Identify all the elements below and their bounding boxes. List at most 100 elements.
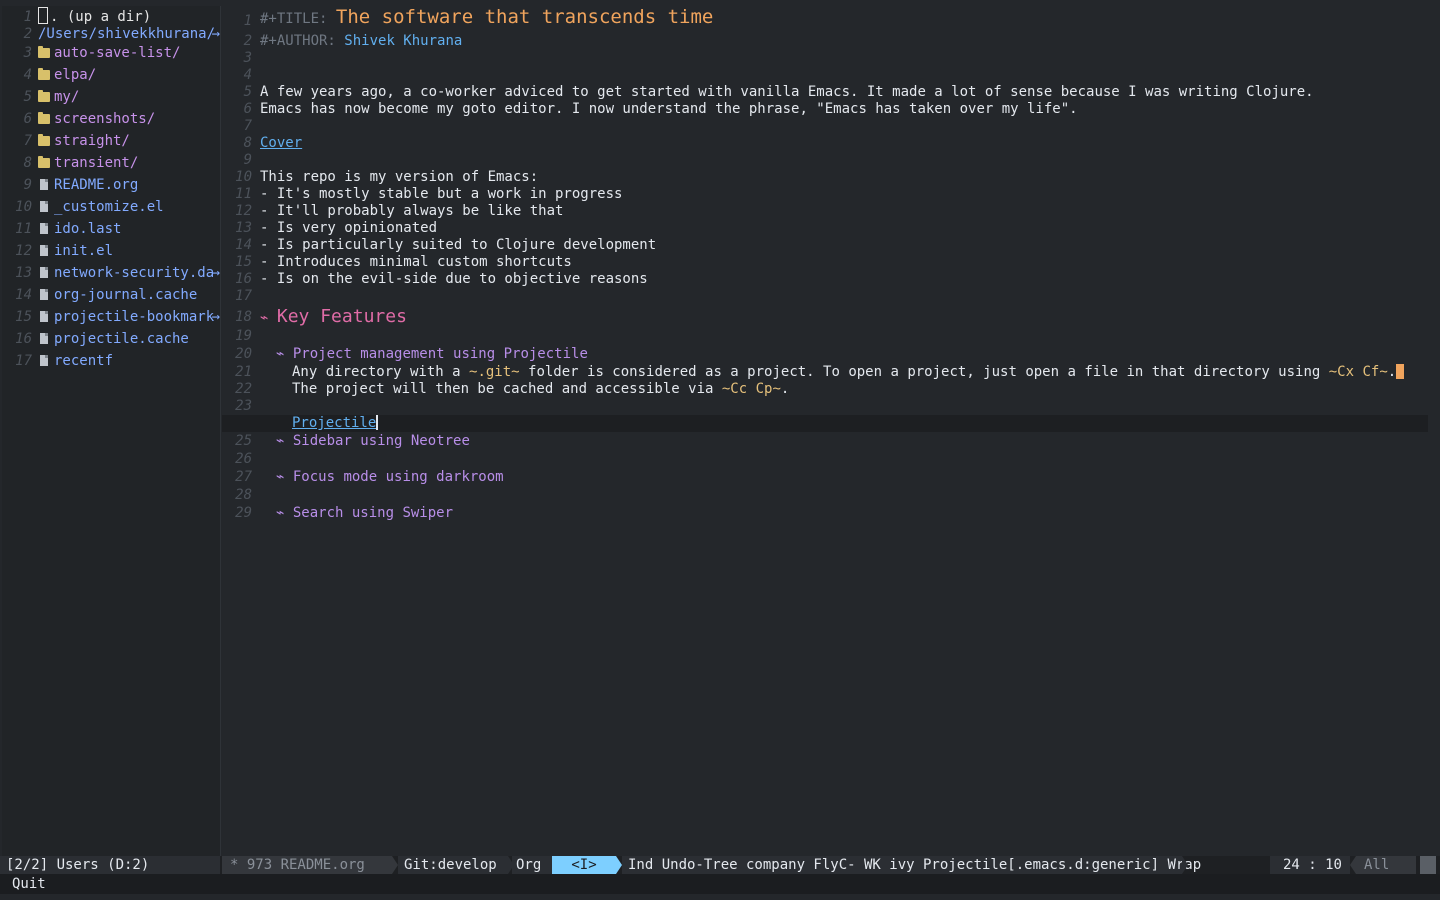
file-icon (40, 267, 48, 278)
neotree-sidebar[interactable]: 1. (up a dir) 2/Users/shivekkhurana/→ 3 aut… (2, 6, 221, 856)
line-number: 15 (15, 309, 32, 325)
neotree-dir-item[interactable]: 3 auto-save-list/ (2, 42, 220, 64)
subheading-darkroom[interactable]: ⌁ Focus mode using darkroom (276, 469, 1432, 486)
gutter-row: 19 (222, 328, 258, 345)
folder-icon (38, 46, 50, 58)
heading-text: Key Features (276, 306, 407, 327)
neotree-file-item[interactable]: 9 README.org (2, 174, 220, 196)
line-number: 4 (243, 67, 252, 83)
line-number: 10 (235, 169, 252, 185)
inline-code: ~Cx Cf~ (1328, 364, 1388, 380)
inline-code: ~Cc Cp~ (721, 381, 781, 397)
gutter-row: 27 (222, 469, 258, 486)
git-branch[interactable]: Git:develop (398, 856, 508, 874)
neotree-dir-item[interactable]: 8 transient/ (2, 152, 220, 174)
scroll-position: All (1356, 856, 1416, 874)
neotree-file-item[interactable]: 11 ido.last (2, 218, 220, 240)
subheading-text: Focus mode using darkroom (292, 469, 504, 485)
neotree-file-item[interactable]: 10 _customize.el (2, 196, 220, 218)
item-label: my/ (54, 89, 80, 105)
gutter-row: 21 (222, 364, 258, 381)
cursor-position: 24 : 10 (1270, 856, 1350, 874)
projectile-link[interactable]: Projectile (292, 415, 376, 431)
paragraph-line: A few years ago, a co-worker adviced to … (260, 84, 1314, 100)
gutter-row: 11 (222, 186, 258, 203)
gutter-row: 28 (222, 487, 258, 504)
major-mode[interactable]: Org (512, 856, 552, 874)
gutter-row: 1 (222, 13, 258, 30)
file-icon (40, 245, 48, 256)
item-label: ido.last (54, 221, 122, 237)
line-number: 3 (243, 50, 252, 66)
gutter-row: 10 (222, 169, 258, 186)
item-label: README.org (54, 177, 139, 193)
evil-state: <I> (552, 856, 616, 874)
gutter-row: 15 (222, 254, 258, 271)
line-number: 9 (243, 152, 252, 168)
neotree-file-item[interactable]: 14 org-journal.cache (2, 284, 220, 306)
modeline-end-block (1420, 856, 1436, 874)
neotree-dir-item[interactable]: 5 my/ (2, 86, 220, 108)
line-number: 9 (23, 177, 32, 193)
text-span: Any directory with a (292, 364, 470, 380)
file-icon (40, 355, 48, 366)
list-item: - Introduces minimal custom shortcuts (260, 254, 572, 270)
powerline-separator (1182, 856, 1188, 874)
author-keyword: #+AUTHOR: (260, 33, 336, 49)
neotree-file-item[interactable]: 15 projectile-bookmark → (2, 306, 220, 328)
line-number: 23 (235, 398, 252, 414)
subheading-text: Sidebar using Neotree (292, 433, 470, 449)
list-item: - Is very opinionated (260, 220, 438, 236)
document-author: Shivek Khurana (344, 33, 463, 49)
neotree-file-item[interactable]: 13 network-security.da → (2, 262, 220, 284)
folder-icon (38, 90, 50, 102)
gutter-row: 22 (222, 381, 258, 398)
line-number: 25 (235, 433, 252, 449)
minor-modes[interactable]: Ind Undo-Tree company FlyC- WK ivy Proje… (622, 856, 1201, 874)
item-label: transient/ (54, 155, 139, 171)
gutter-row: 26 (222, 451, 258, 468)
folder-icon (38, 134, 50, 146)
cover-link[interactable]: Cover (260, 135, 302, 151)
item-label: /Users/shivekkhurana/ (38, 26, 216, 42)
heading-key-features[interactable]: ⌁ Key Features (260, 306, 1432, 328)
subheading-neotree[interactable]: ⌁ Sidebar using Neotree (276, 433, 1432, 450)
neotree-dir-item[interactable]: 7 straight/ (2, 130, 220, 152)
line-number: 4 (23, 67, 32, 83)
neotree-file-item[interactable]: 17 recentf (2, 350, 220, 372)
neotree-file-item[interactable]: 12 init.el (2, 240, 220, 262)
text-span: The project will then be cached and acce… (292, 381, 722, 397)
line-number: 10 (15, 199, 32, 215)
subheading-text: Project management using Projectile (292, 346, 588, 362)
gutter-row: 12 (222, 203, 258, 220)
insert-caret (376, 415, 379, 430)
neotree-dir-item[interactable]: 4 elpa/ (2, 64, 220, 86)
gutter-row: 25 (222, 433, 258, 450)
subheading-bullet-icon: ⌁ (276, 346, 285, 362)
line-number: 8 (23, 155, 32, 171)
item-label: projectile-bookmark (54, 309, 215, 325)
neotree-dir-item[interactable]: 6 screenshots/ (2, 108, 220, 130)
subheading-text: Search using Swiper (292, 505, 454, 521)
line-number: 29 (235, 505, 252, 521)
subheading-projectile[interactable]: ⌁ Project management using Projectile (276, 346, 1432, 363)
line-number: 11 (235, 186, 252, 202)
gutter-row: 20 (222, 346, 258, 363)
item-label: elpa/ (54, 67, 97, 83)
line-number: 7 (243, 118, 252, 134)
neotree-file-item[interactable]: 16 projectile.cache (2, 328, 220, 350)
gutter-row: 23 (222, 398, 258, 415)
file-icon (40, 223, 48, 234)
text-cursor (1396, 364, 1405, 379)
gutter-row: 5 (222, 84, 258, 101)
minibuffer[interactable]: Quit (0, 874, 1440, 894)
editor-buffer[interactable]: 1234567891011121314151617181920212223242… (222, 6, 1432, 856)
projectile-desc-line-1: Any directory with a ~.git~ folder is co… (292, 364, 1432, 381)
cursor-box-icon (38, 7, 48, 24)
gutter-row: 18 (222, 309, 258, 326)
line-number: 17 (235, 288, 252, 304)
item-label: init.el (54, 243, 114, 259)
list-item: - Is on the evil-side due to objective r… (260, 271, 648, 287)
text-span: . (780, 381, 790, 397)
subheading-swiper[interactable]: ⌁ Search using Swiper (276, 505, 1432, 522)
